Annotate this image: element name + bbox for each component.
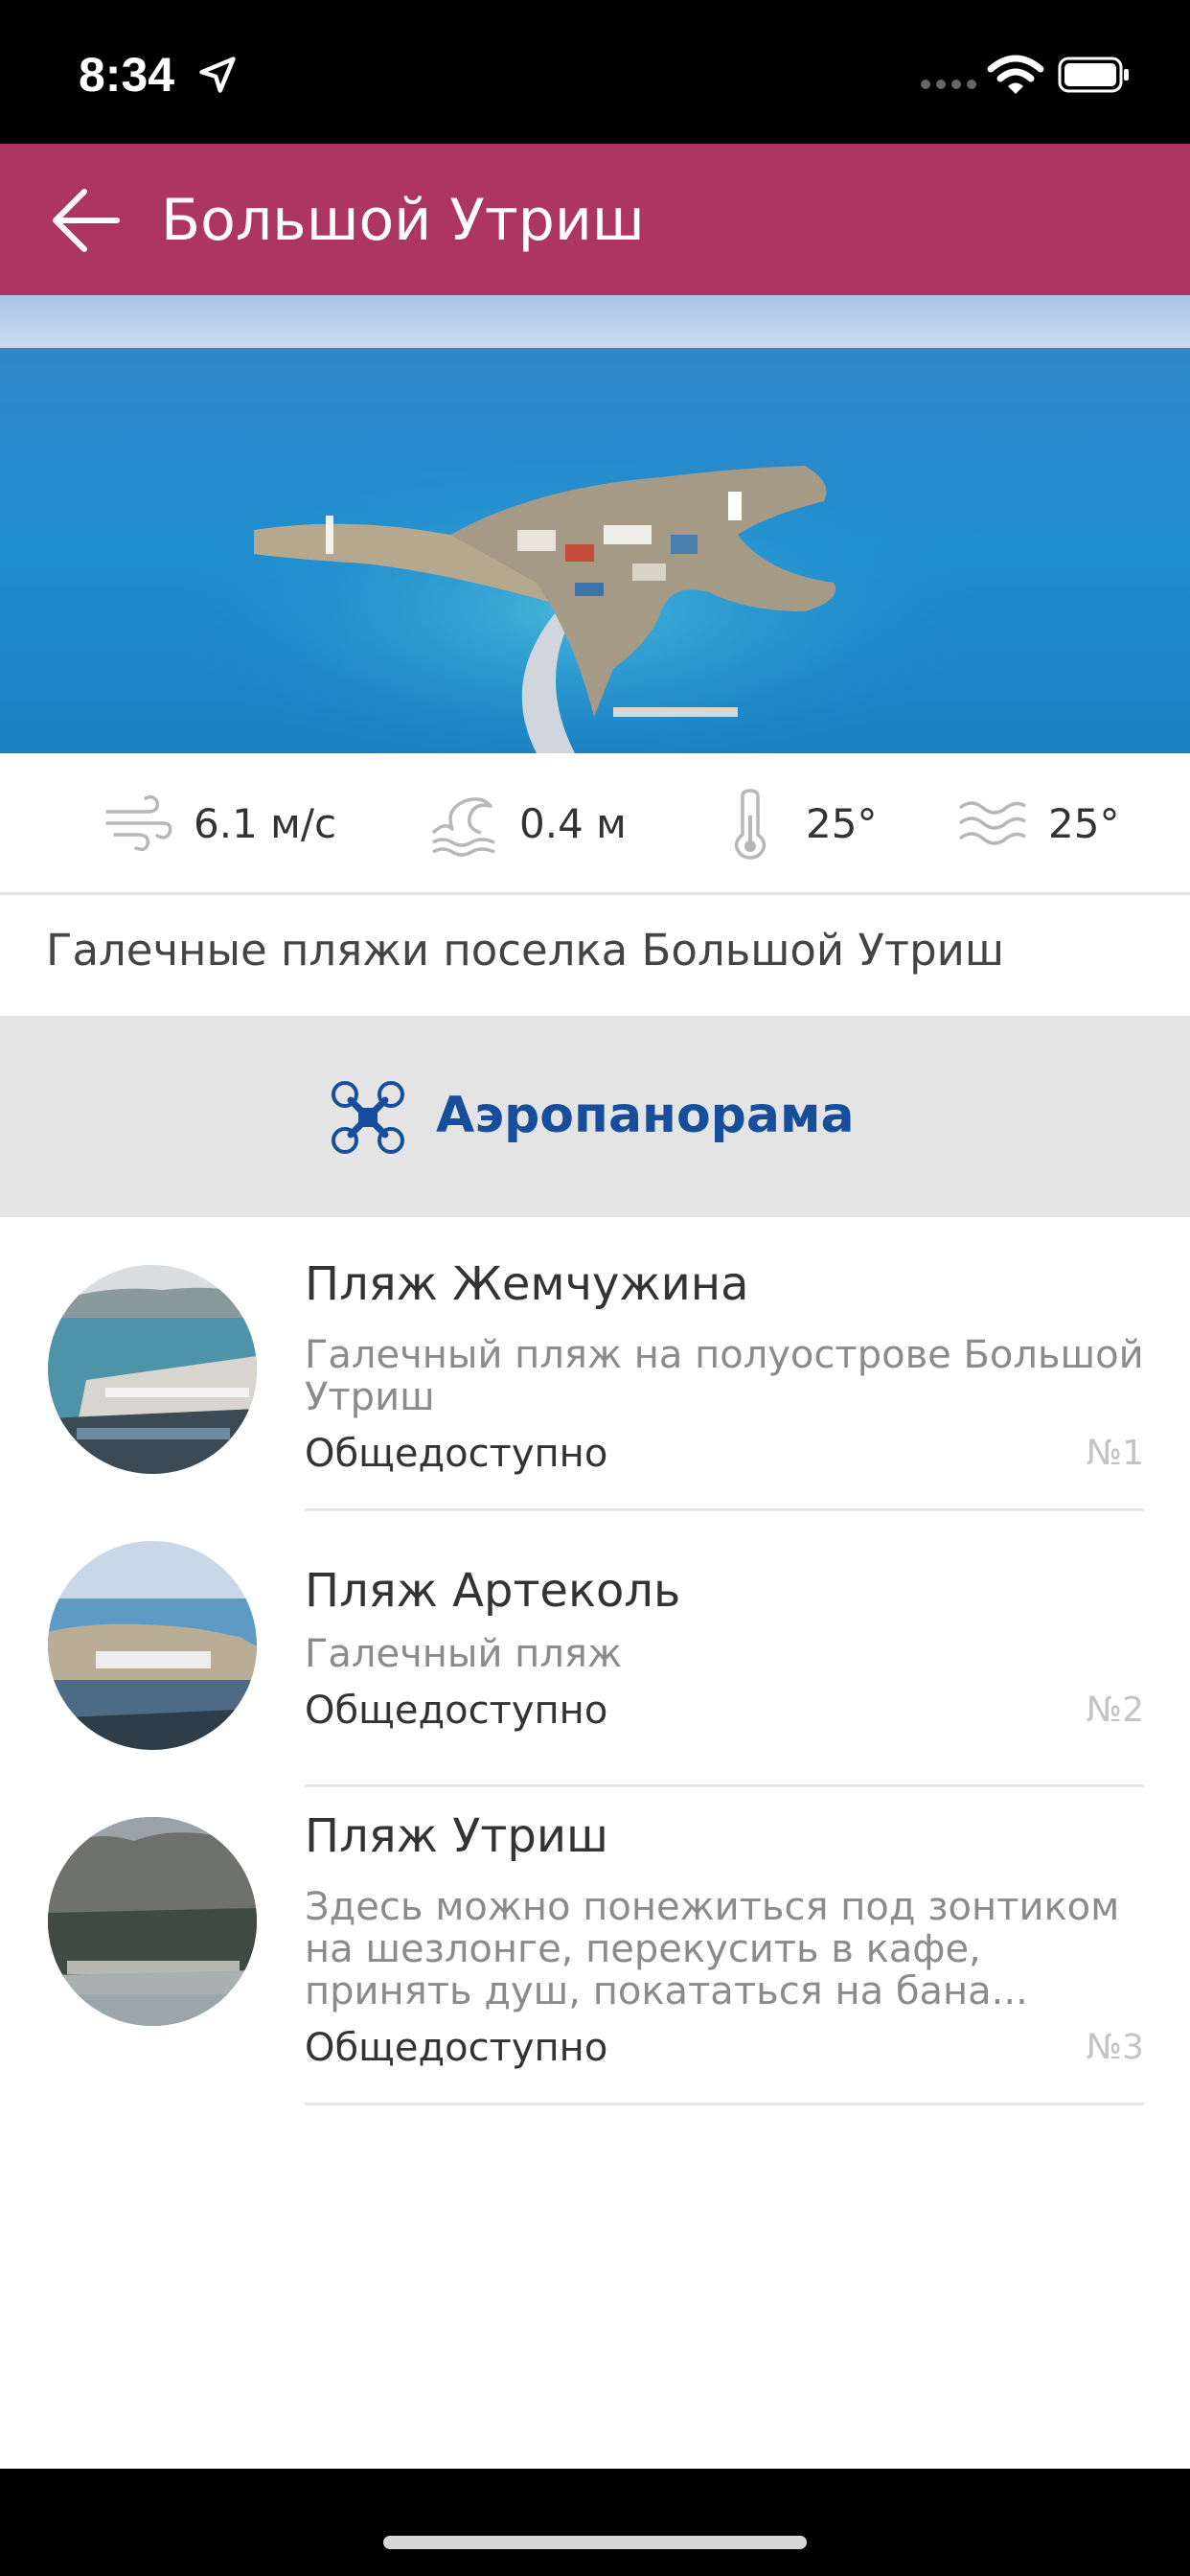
location-arrow-icon bbox=[199, 57, 236, 93]
beach-name: Пляж Артеколь bbox=[305, 1564, 681, 1618]
page-title: Большой Утриш bbox=[161, 187, 645, 254]
wave-value: 0.4 м bbox=[519, 800, 627, 847]
beach-description: Галечный пляж на полуострове Большой Утр… bbox=[305, 1333, 1144, 1419]
divider bbox=[305, 1784, 1144, 1787]
aeropanorama-label: Аэропанорама bbox=[436, 1087, 855, 1144]
beach-number: №3 bbox=[1086, 2028, 1144, 2067]
beach-list-item[interactable]: Пляж Артеколь Галечный пляж Общедоступно… bbox=[0, 1531, 1190, 1788]
beach-access: Общедоступно bbox=[305, 1432, 608, 1476]
beach-thumbnail bbox=[48, 1817, 257, 2026]
beach-name: Пляж Утриш bbox=[305, 1809, 608, 1863]
drone-icon bbox=[332, 1081, 404, 1154]
status-time: 8:34 bbox=[79, 48, 175, 102]
beach-list-item[interactable]: Пляж Жемчужина Галечный пляж на полуостр… bbox=[0, 1255, 1190, 1512]
status-bar: 8:34 bbox=[0, 0, 1190, 144]
beach-number: №2 bbox=[1086, 1690, 1144, 1730]
water-temp-value: 25° bbox=[1048, 800, 1120, 847]
beach-thumbnail bbox=[48, 1265, 257, 1474]
hero-image bbox=[0, 295, 1190, 753]
home-bar bbox=[0, 2469, 1190, 2576]
water-icon bbox=[958, 801, 1026, 845]
wifi-icon bbox=[987, 55, 1044, 94]
beach-description: Галечный пляж bbox=[305, 1632, 622, 1676]
beach-access: Общедоступно bbox=[305, 1689, 608, 1733]
wind-icon bbox=[105, 794, 172, 852]
home-indicator[interactable] bbox=[383, 2536, 807, 2549]
aeropanorama-button[interactable]: Аэропанорама bbox=[0, 1016, 1190, 1217]
beach-description: Здесь можно понежиться под зонтиком на ш… bbox=[305, 1886, 1120, 2012]
beach-name: Пляж Жемчужина bbox=[305, 1257, 749, 1311]
signal-icon bbox=[921, 80, 976, 89]
wind-value: 6.1 м/с bbox=[194, 800, 337, 847]
divider bbox=[305, 1508, 1144, 1511]
beach-list-item[interactable]: Пляж Утриш Здесь можно понежиться под зо… bbox=[0, 1807, 1190, 2106]
beach-access: Общедоступно bbox=[305, 2026, 608, 2070]
back-button[interactable] bbox=[48, 184, 125, 257]
wave-icon bbox=[431, 797, 495, 857]
air-temp-value: 25° bbox=[806, 800, 878, 847]
weather-bar: 6.1 м/с 0.4 м 25° 25° bbox=[0, 753, 1190, 895]
divider bbox=[305, 2103, 1144, 2105]
battery-icon bbox=[1058, 57, 1129, 93]
app-header: Большой Утриш bbox=[0, 144, 1190, 295]
beach-number: №1 bbox=[1086, 1434, 1144, 1473]
place-description: Галечные пляжи поселка Большой Утриш bbox=[46, 925, 1005, 976]
arrow-left-icon bbox=[53, 189, 120, 252]
beach-thumbnail bbox=[48, 1541, 257, 1750]
thermometer-icon bbox=[734, 789, 767, 860]
